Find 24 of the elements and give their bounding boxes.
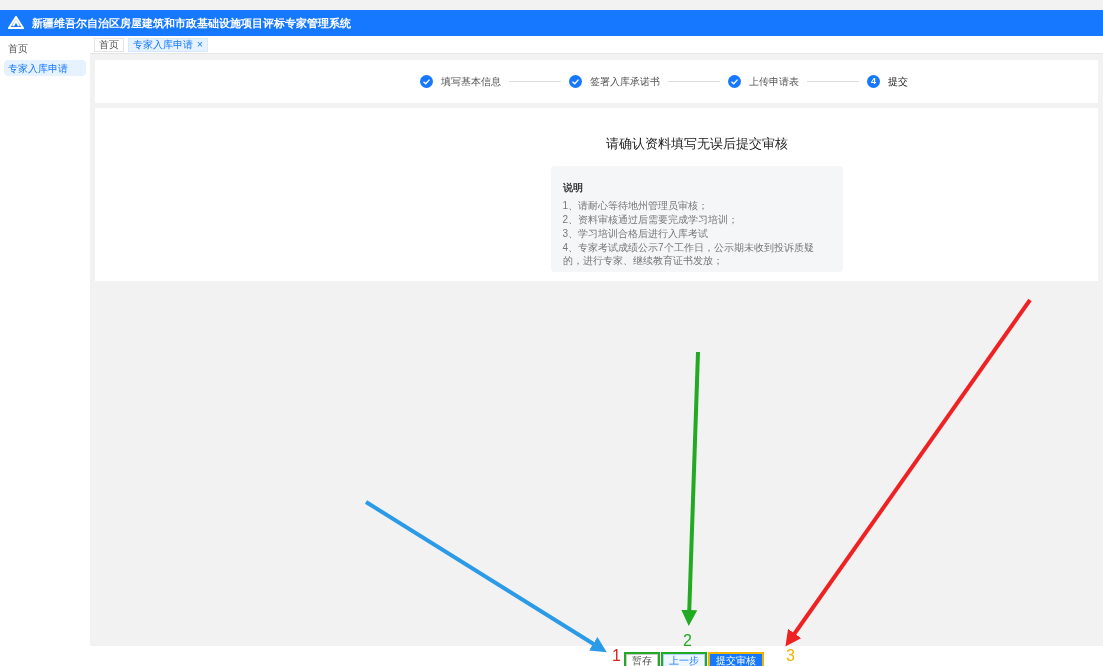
sidebar-item[interactable]: 首页 (4, 40, 86, 56)
annotation-number: 2 (683, 633, 692, 649)
notice-line: 4、专家考试成绩公示7个工作日，公示期未收到投诉质疑的，进行专家、继续教育证书发放； (562, 240, 815, 267)
step-label: 提交 (888, 75, 908, 89)
notice-line: 3、学习培训合格后进行入库考试 (562, 226, 710, 240)
step-label: 上传申请表 (749, 75, 799, 89)
notice-title: 说明 (562, 180, 584, 195)
page-heading: 请确认资料填写无误后提交审核 (605, 135, 788, 153)
step-number: 4 (867, 75, 880, 88)
sidebar-item[interactable]: 专家入库申请 (4, 60, 86, 76)
footer-button[interactable]: 暂存 (626, 654, 658, 666)
tab[interactable]: 专家入库申请 × (128, 37, 208, 52)
step-label: 签署入库承诺书 (590, 75, 660, 89)
notice-line: 2、资料审核通过后需要完成学习培训； (562, 212, 740, 226)
notice-line: 1、请耐心等待地州管理员审核； (562, 198, 710, 212)
close-icon[interactable]: × (197, 37, 203, 52)
annotation-number: 3 (786, 648, 795, 664)
annotation-number: 1 (612, 648, 621, 664)
footer-button[interactable]: 上一步 (663, 654, 705, 666)
logo-icon (8, 16, 24, 30)
step-label: 填写基本信息 (441, 75, 501, 89)
app-title: 新疆维吾尔自治区房屋建筑和市政基础设施项目评标专家管理系统 (32, 15, 351, 31)
footer-button[interactable]: 提交审核 (710, 654, 762, 666)
tab[interactable]: 首页 (94, 37, 124, 52)
